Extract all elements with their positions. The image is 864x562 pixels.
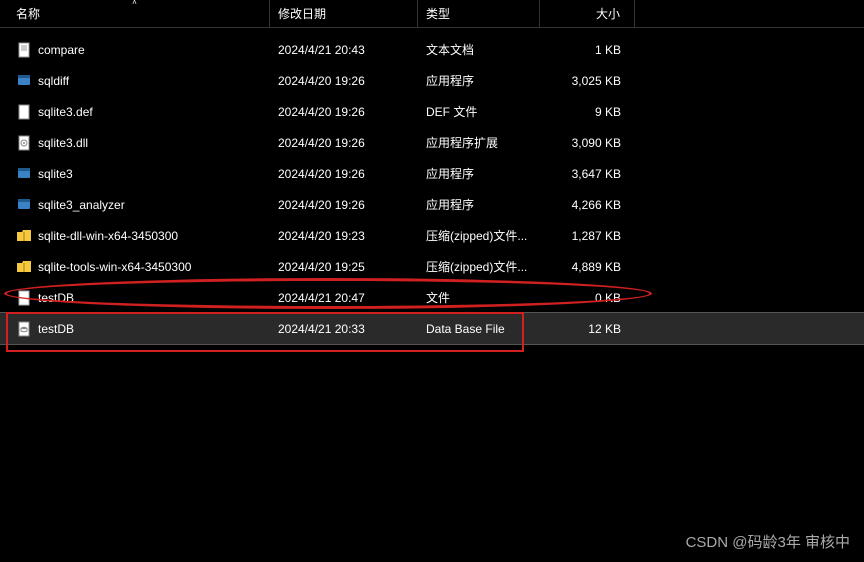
file-row[interactable]: testDB 2024/4/21 20:33Data Base File12 KB [0,313,864,344]
db-file-icon [16,321,32,337]
file-date: 2024/4/20 19:25 [270,260,418,274]
file-date: 2024/4/20 19:26 [270,105,418,119]
column-header-type[interactable]: 类型 [418,0,540,27]
sort-caret-icon: ˄ [132,0,137,7]
column-header-name[interactable]: 名称 ˄ [0,0,270,27]
column-header-row: 名称 ˄ 修改日期 类型 大小 [0,0,864,28]
dll-file-icon [16,135,32,151]
file-row[interactable]: sqlite3.def 2024/4/20 19:26DEF 文件9 KB [0,96,864,127]
def-file-icon [16,104,32,120]
file-row[interactable]: sqlite3.dll 2024/4/20 19:26应用程序扩展3,090 KB [0,127,864,158]
file-name: sqlite3_analyzer [38,198,125,212]
exe-file-icon [16,73,32,89]
file-list: compare 2024/4/21 20:43文本文档1 KB sqldiff 202… [0,28,864,344]
file-name: testDB [38,291,74,305]
text-file-icon [16,42,32,58]
file-row[interactable]: compare 2024/4/21 20:43文本文档1 KB [0,34,864,65]
file-size: 1,287 KB [540,229,635,243]
file-row[interactable]: testDB 2024/4/21 20:47文件0 KB [0,282,864,313]
column-header-date[interactable]: 修改日期 [270,0,418,27]
file-size: 12 KB [540,322,635,336]
file-type: 应用程序 [418,196,540,213]
file-size: 3,647 KB [540,167,635,181]
file-size: 0 KB [540,291,635,305]
file-date: 2024/4/21 20:47 [270,291,418,305]
file-name: testDB [38,322,74,336]
file-size: 4,266 KB [540,198,635,212]
file-type: 应用程序扩展 [418,134,540,151]
file-size: 3,025 KB [540,74,635,88]
file-type: 压缩(zipped)文件... [418,258,540,275]
file-name: compare [38,43,85,57]
zip-folder-icon [16,259,32,275]
file-row[interactable]: sqlite-tools-win-x64-3450300 2024/4/20 19… [0,251,864,282]
file-row[interactable]: sqldiff 2024/4/20 19:26应用程序3,025 KB [0,65,864,96]
file-type: 应用程序 [418,165,540,182]
exe-file-icon [16,197,32,213]
file-size: 3,090 KB [540,136,635,150]
file-type: 应用程序 [418,72,540,89]
file-date: 2024/4/20 19:26 [270,136,418,150]
watermark: CSDN @码龄3年 审核中 [686,531,850,552]
file-date: 2024/4/20 19:26 [270,74,418,88]
file-type: 文件 [418,289,540,306]
column-type-label: 类型 [426,5,450,22]
column-date-label: 修改日期 [278,5,326,22]
file-type: DEF 文件 [418,103,540,120]
file-name: sqlite-tools-win-x64-3450300 [38,260,191,274]
file-date: 2024/4/20 19:23 [270,229,418,243]
file-size: 9 KB [540,105,635,119]
file-name: sqlite3.def [38,105,93,119]
file-type: 压缩(zipped)文件... [418,227,540,244]
file-row[interactable]: sqlite3 2024/4/20 19:26应用程序3,647 KB [0,158,864,189]
file-name: sqlite3.dll [38,136,88,150]
column-header-size[interactable]: 大小 [540,0,635,27]
file-date: 2024/4/21 20:43 [270,43,418,57]
file-date: 2024/4/21 20:33 [270,322,418,336]
file-row[interactable]: sqlite-dll-win-x64-3450300 2024/4/20 19:2… [0,220,864,251]
file-size: 1 KB [540,43,635,57]
file-name: sqlite-dll-win-x64-3450300 [38,229,178,243]
exe-file-icon [16,166,32,182]
file-name: sqlite3 [38,167,73,181]
file-date: 2024/4/20 19:26 [270,198,418,212]
file-type: Data Base File [418,322,540,336]
column-name-label: 名称 [16,5,40,22]
file-row[interactable]: sqlite3_analyzer 2024/4/20 19:26应用程序4,266… [0,189,864,220]
file-explorer: 名称 ˄ 修改日期 类型 大小 compare 2024/4/21 20:43文本… [0,0,864,562]
column-size-label: 大小 [596,5,620,22]
file-date: 2024/4/20 19:26 [270,167,418,181]
file-name: sqldiff [38,74,69,88]
zip-folder-icon [16,228,32,244]
file-type: 文本文档 [418,41,540,58]
file-size: 4,889 KB [540,260,635,274]
blank-file-icon [16,290,32,306]
